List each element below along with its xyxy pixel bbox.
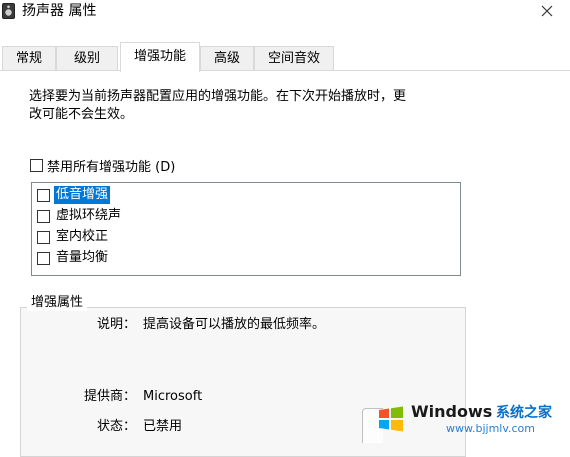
virtual-surround-checkbox[interactable]: [37, 209, 50, 223]
enhancements-panel: 选择要为当前扬声器配置应用的增强功能。在下次开始播放时，更 改可能不会生效。 禁…: [0, 70, 570, 457]
panel-description: 选择要为当前扬声器配置应用的增强功能。在下次开始播放时，更 改可能不会生效。: [29, 88, 489, 124]
property-description-value: 提高设备可以播放的最低频率。: [143, 317, 326, 332]
disable-all-label: 禁用所有增强功能 (D): [47, 159, 176, 175]
enhancement-list[interactable]: 低音增强 虚拟环绕声 室内校正 音量均衡: [31, 182, 461, 276]
description-line-2: 改可能不会生效。: [29, 107, 134, 122]
description-line-1: 选择要为当前扬声器配置应用的增强功能。在下次开始播放时，更: [29, 89, 407, 104]
list-item-bass-boost[interactable]: 低音增强: [37, 185, 111, 205]
close-icon: [541, 5, 553, 17]
list-item-virtual-surround[interactable]: 虚拟环绕声: [37, 206, 123, 226]
property-status-key: 状态：: [96, 419, 136, 434]
property-provider-value: Microsoft: [143, 389, 203, 404]
window-title: 扬声器 属性: [22, 3, 97, 19]
title-bar: 扬声器 属性: [0, 0, 570, 22]
bass-boost-checkbox[interactable]: [37, 188, 50, 202]
room-correction-checkbox[interactable]: [37, 230, 50, 244]
site-watermark: Windows 系统之家 www.bjjmlv.com: [368, 400, 568, 440]
watermark-url: www.bjjmlv.com: [446, 422, 535, 435]
virtual-surround-label: 虚拟环绕声: [56, 208, 122, 223]
disable-all-checkbox-row[interactable]: 禁用所有增强功能 (D): [30, 156, 176, 175]
tab-levels[interactable]: 级别: [56, 46, 118, 71]
disable-all-checkbox[interactable]: [30, 158, 43, 172]
tab-spatial-sound[interactable]: 空间音效: [254, 46, 334, 71]
loudness-equalization-checkbox[interactable]: [37, 251, 50, 265]
room-correction-label: 室内校正: [56, 229, 109, 244]
loudness-equalization-label: 音量均衡: [56, 250, 109, 265]
property-status-value: 已禁用: [143, 419, 183, 434]
list-item-loudness-equalization[interactable]: 音量均衡: [37, 248, 110, 268]
tab-general[interactable]: 常规: [2, 46, 56, 71]
watermark-brand: Windows: [411, 402, 493, 421]
property-provider-key: 提供商：: [83, 389, 136, 404]
property-description-key: 说明：: [96, 317, 136, 332]
close-button[interactable]: [524, 0, 570, 22]
properties-group-title: 增强属性: [27, 295, 88, 311]
bass-boost-label: 低音增强: [54, 186, 111, 204]
watermark-site-name: 系统之家: [496, 405, 552, 421]
list-item-room-correction[interactable]: 室内校正: [37, 227, 110, 247]
speaker-icon: [2, 3, 15, 19]
tab-strip: 常规 级别 增强功能 高级 空间音效: [0, 42, 570, 72]
tab-enhancements[interactable]: 增强功能: [120, 42, 200, 72]
tab-advanced[interactable]: 高级: [200, 46, 254, 71]
windows-logo-icon: [379, 406, 403, 432]
